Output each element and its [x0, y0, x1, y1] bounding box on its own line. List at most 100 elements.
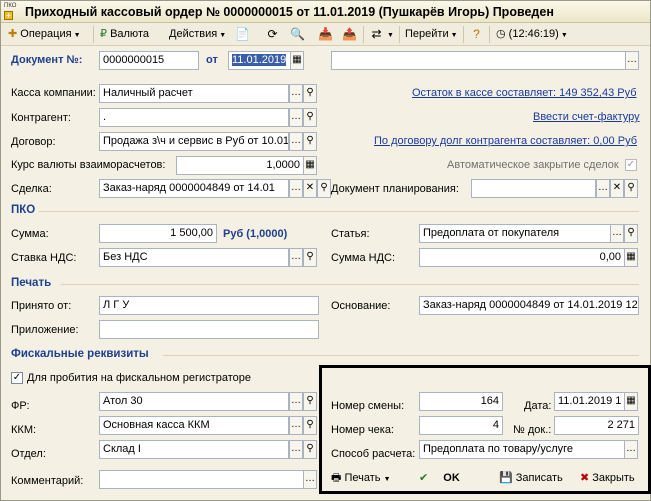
fr-field[interactable]: Атол 30 [99, 392, 289, 411]
contract-label: Договор: [11, 136, 56, 148]
calendar-icon[interactable]: ▦ [290, 51, 304, 70]
doc-date-value: 11.01.2019 [232, 54, 287, 66]
chevron-down-icon: ▼ [73, 32, 81, 39]
check-field[interactable]: 4 [419, 416, 503, 435]
select-button[interactable]: … [289, 108, 303, 127]
search-icon[interactable]: ⚲ [303, 248, 317, 267]
fiscal-date-field[interactable]: 11.01.2019 1 [554, 392, 625, 411]
time-menu[interactable]: ◷ (12:46:19) ▼ [493, 25, 571, 44]
help-icon[interactable]: ? [468, 26, 485, 43]
print-section-title: Печать [11, 277, 52, 289]
basis-field[interactable]: Заказ-наряд 0000004849 от 14.01.2019 12 [419, 296, 639, 315]
select-button[interactable]: … [289, 392, 303, 411]
clear-icon[interactable]: ✕ [303, 179, 317, 198]
select-button[interactable]: … [625, 51, 639, 70]
chevron-down-icon: ▼ [219, 32, 227, 39]
pko-section-title: ПКО [11, 204, 36, 216]
select-button[interactable]: … [289, 416, 303, 435]
search-icon[interactable]: ⚲ [303, 132, 317, 151]
deal-label: Сделка: [11, 183, 52, 195]
find-icon[interactable]: 🔍 [289, 26, 306, 43]
shift-field[interactable]: 164 [419, 392, 503, 411]
ok-button-label: OK [443, 472, 460, 484]
payment-field[interactable]: Предоплата по товару/услуге [419, 440, 625, 459]
search-icon[interactable]: ⚲ [303, 108, 317, 127]
unpost-icon[interactable]: 📤 [341, 26, 358, 43]
ok-button[interactable]: ✔ OK [419, 467, 460, 489]
search-icon[interactable]: ⚲ [624, 224, 638, 243]
goto-menu[interactable]: Перейти ▼ [402, 25, 461, 44]
search-icon[interactable]: ⚲ [317, 179, 331, 198]
select-button[interactable]: … [289, 248, 303, 267]
section-divider [39, 211, 639, 212]
select-button[interactable]: … [596, 179, 610, 198]
document-app-icon: ПКО + [4, 3, 21, 20]
rate-field[interactable]: 1,0000 [176, 156, 304, 175]
article-field[interactable]: Предоплата от покупателя [419, 224, 611, 243]
operation-menu[interactable]: ✚ Операция ▼ [5, 25, 84, 44]
close-icon: ✖ [580, 472, 590, 484]
close-button[interactable]: ✖ Закрыть [580, 467, 635, 489]
counterparty-field[interactable]: . [99, 108, 289, 127]
refresh-icon[interactable]: ⟳ [264, 26, 281, 43]
search-icon[interactable]: ⚲ [624, 179, 638, 198]
doc-date-field[interactable]: 11.01.2019 [228, 51, 291, 70]
close-button-label: Закрыть [592, 472, 635, 484]
dept-field[interactable]: Склад I [99, 440, 289, 459]
cash-field[interactable]: Наличный расчет [99, 84, 289, 103]
received-label: Принято от: [11, 300, 72, 312]
fiscal-register-checkbox[interactable]: ✓ [11, 372, 23, 384]
vat-rate-field[interactable]: Без НДС [99, 248, 289, 267]
search-icon[interactable]: ⚲ [303, 84, 317, 103]
cash-balance-link[interactable]: Остаток в кассе составляет: 149 352,43 Р… [412, 87, 637, 99]
currency-button[interactable]: ₽ Валюта [97, 25, 152, 44]
save-button[interactable]: 💾 Записать [499, 467, 563, 489]
sum-field[interactable]: 1 500,00 [99, 224, 217, 243]
operation-icon: ✚ [8, 28, 18, 40]
post-icon[interactable]: 📥 [317, 26, 334, 43]
select-button[interactable]: … [289, 132, 303, 151]
attachment-field[interactable] [99, 320, 319, 339]
print-button[interactable]: 🖶 Печать ▼ [331, 467, 391, 489]
deal-field[interactable]: Заказ-наряд 0000004849 от 14.01 [99, 179, 289, 198]
select-button[interactable]: … [289, 84, 303, 103]
invoice-link[interactable]: Ввести счет-фактуру [533, 111, 640, 123]
calculator-icon[interactable]: ▦ [624, 248, 638, 267]
extra-field[interactable] [331, 51, 626, 70]
select-button[interactable]: … [289, 440, 303, 459]
search-icon[interactable]: ⚲ [303, 440, 317, 459]
structure-dropdown[interactable]: ▼ [385, 25, 394, 44]
goto-label: Перейти [405, 28, 449, 40]
comment-field[interactable] [99, 470, 304, 489]
auto-close-checkbox[interactable]: ✓ [625, 159, 637, 171]
plan-doc-field[interactable] [471, 179, 596, 198]
cash-label: Касса компании: [11, 87, 96, 99]
counterparty-label: Контрагент: [11, 112, 71, 124]
vat-sum-field[interactable]: 0,00 [419, 248, 625, 267]
section-divider [163, 355, 639, 356]
toolbar-divider [363, 26, 364, 43]
toolbar-divider [489, 26, 490, 43]
structure-icon[interactable]: ⇄ [368, 26, 385, 43]
search-icon[interactable]: ⚲ [303, 416, 317, 435]
kkm-field[interactable]: Основная касса ККМ [99, 416, 289, 435]
clear-icon[interactable]: ✕ [610, 179, 624, 198]
calculator-icon[interactable]: ▦ [303, 156, 317, 175]
contract-field[interactable]: Продажа з\ч и сервис в Руб от 10.01 [99, 132, 289, 151]
doc-number-label: Документ №: [11, 54, 83, 66]
search-icon[interactable]: ⚲ [303, 392, 317, 411]
actions-menu[interactable]: Действия ▼ [166, 25, 229, 44]
select-button[interactable]: … [624, 440, 638, 459]
select-button[interactable]: … [303, 470, 317, 489]
select-button[interactable]: … [610, 224, 624, 243]
debt-link[interactable]: По договору долг контрагента составляет:… [374, 135, 637, 147]
section-divider [61, 284, 639, 285]
calendar-icon[interactable]: ▦ [624, 392, 638, 411]
comment-label: Комментарий: [11, 475, 84, 487]
operation-label: Операция [20, 28, 72, 40]
select-button[interactable]: … [289, 179, 303, 198]
doc-field[interactable]: 2 271 [554, 416, 639, 435]
received-field[interactable]: Л Г У [99, 296, 319, 315]
add-icon[interactable]: 📄 [234, 26, 251, 43]
doc-number-field[interactable]: 0000000015 [99, 51, 199, 70]
